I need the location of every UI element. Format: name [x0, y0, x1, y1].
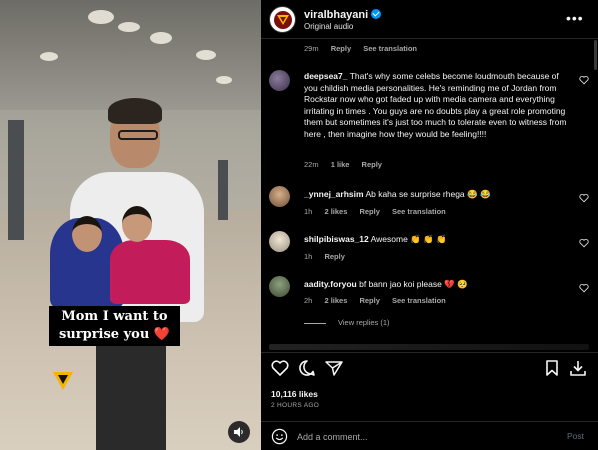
comment-text: Ab kaha se surprise rhega 😂 😂 [365, 189, 491, 199]
previous-comment-meta: 29m Reply See translation [304, 44, 427, 53]
commenter-avatar[interactable] [269, 70, 290, 91]
faded-comment-row [269, 344, 589, 350]
composer-divider [261, 421, 598, 422]
post-header: viralbhayani Original audio ••• [261, 0, 598, 38]
comment-time: 22m [304, 160, 319, 169]
comment-time: 1h [304, 252, 313, 261]
caption-line-2: surprise you [58, 327, 150, 342]
pillar [8, 120, 24, 240]
caption-heart-emoji: ❤️ [153, 327, 170, 342]
likes-count[interactable]: 10,116 likes [271, 389, 318, 399]
like-heart-icon[interactable] [270, 358, 290, 378]
sticker-son-head [122, 206, 152, 242]
original-audio-link[interactable]: Original audio [304, 22, 353, 31]
share-send-icon[interactable] [324, 358, 344, 378]
more-options-icon[interactable]: ••• [566, 10, 584, 26]
reply-button[interactable]: Reply [359, 296, 379, 305]
commenter-avatar[interactable] [269, 231, 290, 252]
like-comment-heart-icon[interactable] [579, 75, 589, 85]
post-actions [261, 356, 598, 382]
see-translation-link[interactable]: See translation [392, 207, 446, 216]
header-divider [261, 38, 598, 39]
video-caption: Mom I want to surprise you ❤️ [49, 306, 180, 346]
comment-meta: 22m 1 like Reply [304, 160, 392, 169]
ceiling-light [40, 52, 58, 61]
commenter-username[interactable]: _ynnej_arhsim [304, 189, 364, 199]
add-comment-input[interactable] [297, 429, 547, 445]
see-translation-link[interactable]: See translation [363, 44, 417, 53]
reply-button[interactable]: Reply [362, 160, 382, 169]
download-icon[interactable] [568, 358, 588, 378]
author-username-text[interactable]: viralbhayani [304, 9, 368, 21]
comment-text: Awesome 👏 👏 👏 [370, 234, 447, 244]
commenter-avatar[interactable] [269, 276, 290, 297]
reply-button[interactable]: Reply [359, 207, 379, 216]
author-username[interactable]: viralbhayani [304, 9, 382, 21]
comment-body: deepsea7_ That's why some celebs become … [304, 71, 569, 140]
person-legs [96, 340, 166, 450]
ceiling-light [150, 32, 172, 44]
like-comment-heart-icon[interactable] [579, 283, 589, 293]
commenter-avatar[interactable] [269, 186, 290, 207]
viralbhayani-logo-icon [273, 10, 292, 29]
comments-scrollbar[interactable] [594, 40, 597, 70]
pillar [218, 160, 228, 220]
replies-line [304, 322, 326, 324]
comment-text: bf bann jao koi please 💔 🥺 [359, 279, 468, 289]
comment-body: aadity.foryou bf bann jao koi please 💔 🥺 [304, 279, 569, 291]
sticker-mother-head [72, 216, 102, 252]
comment-meta: 2h 2 likes Reply See translation [304, 296, 456, 305]
comment-time: 29m [304, 44, 319, 53]
author-avatar[interactable] [269, 6, 296, 33]
post-panel: viralbhayani Original audio ••• 29m Repl… [261, 0, 598, 450]
comment-body: _ynnej_arhsim Ab kaha se surprise rhega … [304, 189, 569, 201]
like-comment-heart-icon[interactable] [579, 238, 589, 248]
commenter-username[interactable]: deepsea7_ [304, 71, 347, 81]
actions-divider [261, 352, 598, 353]
post-comment-button[interactable]: Post [567, 431, 584, 441]
comment-text: That's why some celebs become loudmouth … [304, 71, 567, 139]
speaker-icon [234, 427, 243, 437]
view-replies-button[interactable]: View replies (1) [304, 318, 390, 327]
comment-meta: 1h 2 likes Reply See translation [304, 207, 456, 216]
ceiling-light [118, 22, 140, 32]
channel-logo-watermark-icon [53, 372, 73, 390]
comment-body: shilpibiswas_12 Awesome 👏 👏 👏 [304, 234, 569, 246]
verified-badge-icon [371, 9, 382, 19]
ceiling-light [88, 10, 114, 24]
reply-button[interactable]: Reply [324, 252, 344, 261]
comment-likes[interactable]: 2 likes [324, 296, 347, 305]
comment-time: 2h [304, 296, 313, 305]
like-comment-heart-icon[interactable] [579, 193, 589, 203]
ceiling-light [216, 76, 232, 84]
see-translation-link[interactable]: See translation [392, 296, 446, 305]
caption-line-1: Mom I want to [61, 309, 168, 324]
commenter-username[interactable]: shilpibiswas_12 [304, 234, 369, 244]
comment-bubble-icon[interactable] [297, 358, 317, 378]
save-bookmark-icon[interactable] [542, 358, 562, 378]
mute-button[interactable] [228, 421, 250, 443]
sticker-son [110, 240, 190, 304]
reply-button[interactable]: Reply [331, 44, 351, 53]
view-replies-label[interactable]: View replies (1) [338, 318, 390, 327]
glasses [118, 130, 158, 140]
emoji-picker-icon[interactable] [271, 428, 288, 445]
comment-composer: Post [261, 423, 598, 450]
reel-video[interactable]: Mom I want to surprise you ❤️ [0, 0, 261, 450]
comment-meta: 1h Reply [304, 252, 355, 261]
ceiling-light [196, 50, 216, 60]
commenter-username[interactable]: aadity.foryou [304, 279, 357, 289]
post-date: 2 HOURS AGO [271, 402, 320, 409]
comment-likes[interactable]: 2 likes [324, 207, 347, 216]
comment-likes[interactable]: 1 like [331, 160, 350, 169]
comment-time: 1h [304, 207, 313, 216]
person-hair [108, 98, 162, 124]
